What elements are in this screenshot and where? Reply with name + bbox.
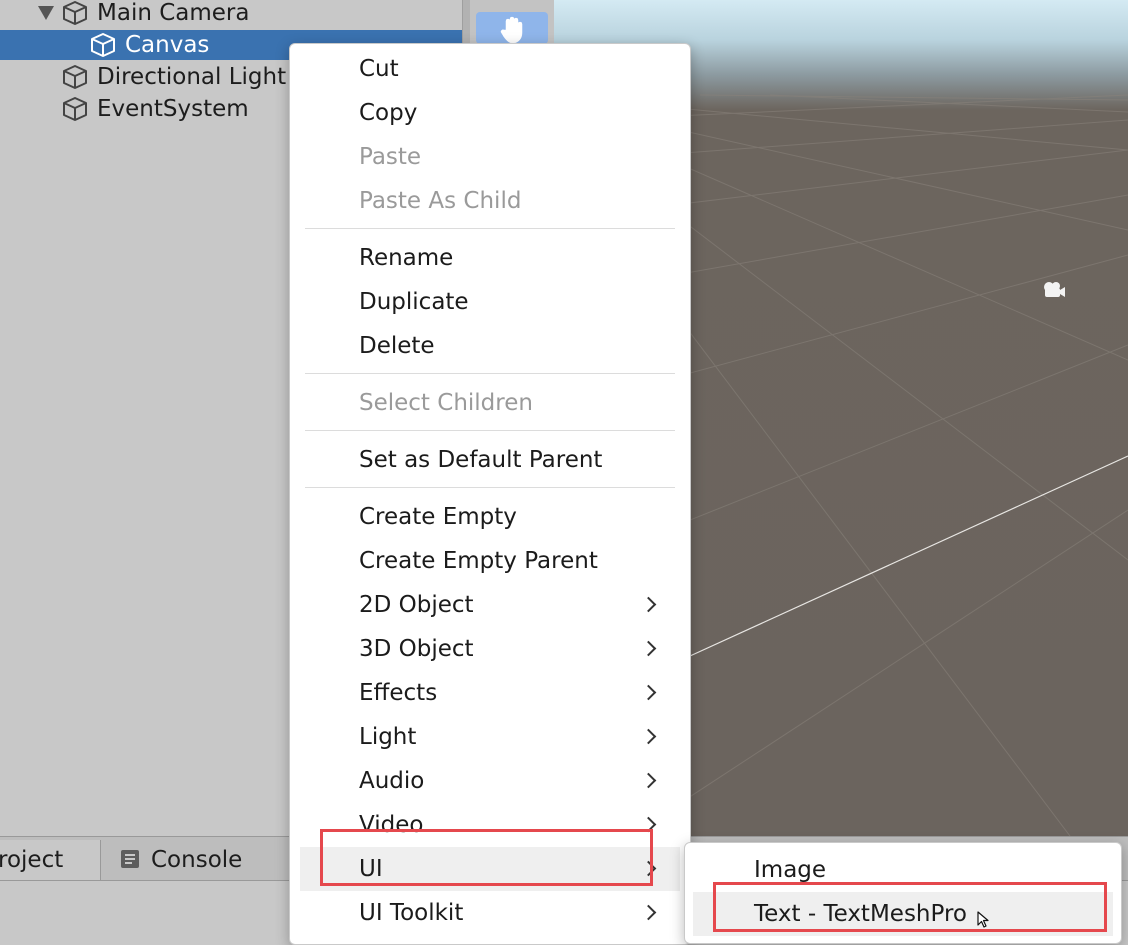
hand-tool-button[interactable] xyxy=(476,12,548,44)
menu-item-label: 2D Object xyxy=(359,592,474,618)
menu-item-audio[interactable]: Audio xyxy=(300,759,680,803)
hierarchy-item-label: Canvas xyxy=(125,32,210,58)
menu-separator xyxy=(305,430,675,431)
menu-item-label: UI Toolkit xyxy=(359,900,464,926)
menu-separator xyxy=(305,487,675,488)
chevron-right-icon xyxy=(640,728,657,745)
chevron-right-icon xyxy=(640,904,657,921)
tab-label: Console xyxy=(151,847,243,873)
console-icon xyxy=(121,850,139,868)
menu-item-label: Copy xyxy=(359,100,418,126)
hierarchy-item-label: EventSystem xyxy=(97,96,249,122)
annotation-box-textmeshpro xyxy=(713,882,1107,932)
tab-project[interactable]: roject xyxy=(0,840,101,880)
hand-icon xyxy=(500,16,523,44)
menu-item-label: Cut xyxy=(359,56,399,82)
menu-item-3d-object[interactable]: 3D Object xyxy=(300,627,680,671)
menu-item-create-empty[interactable]: Create Empty xyxy=(300,495,680,539)
menu-item-label: Paste xyxy=(359,144,422,170)
menu-item-paste: Paste xyxy=(300,135,680,179)
menu-item-label: Duplicate xyxy=(359,289,469,315)
cube-icon xyxy=(63,65,87,89)
chevron-right-icon xyxy=(640,640,657,657)
expand-arrow-icon[interactable] xyxy=(38,6,54,20)
menu-item-duplicate[interactable]: Duplicate xyxy=(300,280,680,324)
hierarchy-item-label: Directional Light xyxy=(97,64,287,90)
menu-item-label: Delete xyxy=(359,333,435,359)
hierarchy-item-label: Main Camera xyxy=(97,0,250,26)
menu-item-select-children: Select Children xyxy=(300,381,680,425)
annotation-box-ui xyxy=(320,829,653,886)
menu-item-create-empty-parent[interactable]: Create Empty Parent xyxy=(300,539,680,583)
chevron-right-icon xyxy=(640,596,657,613)
cube-icon xyxy=(63,1,87,25)
menu-item-label: Create Empty Parent xyxy=(359,548,598,574)
tab-label: roject xyxy=(0,847,64,873)
menu-item-ui-toolkit[interactable]: UI Toolkit xyxy=(300,891,680,935)
menu-item-label: Select Children xyxy=(359,390,533,416)
menu-item-rename[interactable]: Rename xyxy=(300,236,680,280)
cube-icon xyxy=(63,97,87,121)
cube-icon xyxy=(91,33,115,57)
menu-item-delete[interactable]: Delete xyxy=(300,324,680,368)
menu-item-2d-object[interactable]: 2D Object xyxy=(300,583,680,627)
menu-item-label: Create Empty xyxy=(359,504,517,530)
menu-item-label: Effects xyxy=(359,680,438,706)
menu-item-label: 3D Object xyxy=(359,636,474,662)
menu-item-label: Audio xyxy=(359,768,425,794)
mouse-pointer-icon xyxy=(977,911,989,928)
tab-console[interactable]: Console xyxy=(104,840,274,880)
menu-item-light[interactable]: Light xyxy=(300,715,680,759)
chevron-right-icon xyxy=(640,684,657,701)
menu-item-set-as-default-parent[interactable]: Set as Default Parent xyxy=(300,438,680,482)
menu-separator xyxy=(305,228,675,229)
chevron-right-icon xyxy=(640,772,657,789)
hierarchy-item-main-camera[interactable]: Main Camera xyxy=(0,0,462,28)
menu-item-copy[interactable]: Copy xyxy=(300,91,680,135)
menu-separator xyxy=(305,373,675,374)
menu-item-effects[interactable]: Effects xyxy=(300,671,680,715)
menu-item-label: Paste As Child xyxy=(359,188,522,214)
menu-item-paste-as-child: Paste As Child xyxy=(300,179,680,223)
menu-item-cut[interactable]: Cut xyxy=(300,47,680,91)
context-menu: Cut Copy Paste Paste As Child Rename Dup… xyxy=(289,43,691,945)
menu-item-label: Rename xyxy=(359,245,454,271)
camera-icon[interactable] xyxy=(1040,280,1066,300)
menu-item-label: Light xyxy=(359,724,417,750)
menu-item-label: Set as Default Parent xyxy=(359,447,603,473)
